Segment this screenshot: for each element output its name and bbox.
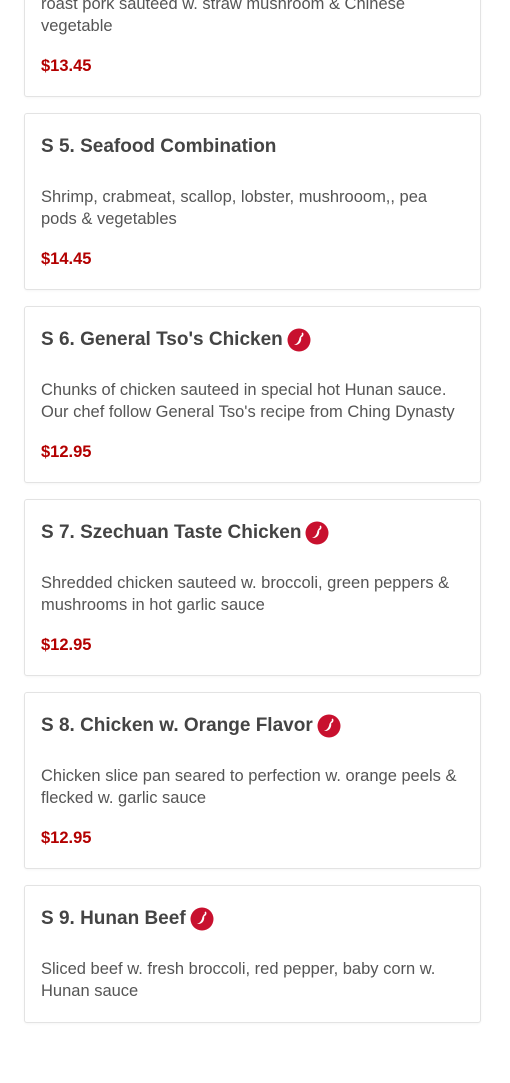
menu-item-title: S 9. Hunan Beef [41, 908, 186, 929]
hot-pepper-icon [190, 907, 214, 931]
menu-item-card[interactable]: S 9. Hunan Beef Sliced beef w. fresh bro… [24, 885, 481, 1023]
menu-item-description: Shredded chicken sauteed w. broccoli, gr… [41, 574, 450, 614]
menu-item-title: S 6. General Tso's Chicken [41, 329, 283, 350]
menu-item-price: $13.45 [41, 57, 92, 75]
menu-item-card[interactable]: S 6. General Tso's Chicken Chunks of chi… [24, 306, 481, 483]
hot-pepper-icon [317, 714, 341, 738]
menu-item-header: S 9. Hunan Beef [41, 904, 464, 934]
menu-item-description: Shrimp, crabmeat, scallop, lobster, mush… [41, 188, 428, 228]
menu-item-title: S 7. Szechuan Taste Chicken [41, 522, 302, 543]
menu-item-description: Combination of crab meat, shrimp, breast… [41, 0, 406, 35]
menu-item-header: S 8. Chicken w. Orange Flavor [41, 711, 464, 741]
menu-item-header: S 7. Szechuan Taste Chicken [41, 518, 464, 548]
menu-item-card[interactable]: S 7. Szechuan Taste Chicken Shredded chi… [24, 499, 481, 676]
menu-item-card[interactable]: S 5. Seafood Combination Shrimp, crabmea… [24, 113, 481, 290]
menu-item-price: $12.95 [41, 829, 92, 847]
menu-item-title: S 5. Seafood Combination [41, 136, 277, 157]
menu-item-card[interactable]: S 8. Chicken w. Orange Flavor Chicken sl… [24, 692, 481, 869]
menu-item-price: $12.95 [41, 443, 92, 461]
menu-item-description: Chunks of chicken sauteed in special hot… [41, 381, 455, 421]
menu-item-header: S 5. Seafood Combination [41, 132, 464, 162]
menu-item-list: Combination of crab meat, shrimp, breast… [24, 0, 481, 1039]
menu-item-header: S 6. General Tso's Chicken [41, 325, 464, 355]
hot-pepper-icon [305, 521, 329, 545]
menu-item-description: Sliced beef w. fresh broccoli, red peppe… [41, 960, 436, 1000]
menu-item-price: $14.45 [41, 250, 92, 268]
menu-item-title: S 8. Chicken w. Orange Flavor [41, 715, 313, 736]
hot-pepper-icon [287, 328, 311, 352]
menu-item-card[interactable]: Combination of crab meat, shrimp, breast… [24, 0, 481, 97]
menu-item-price: $12.95 [41, 636, 92, 654]
menu-item-description: Chicken slice pan seared to perfection w… [41, 767, 457, 807]
